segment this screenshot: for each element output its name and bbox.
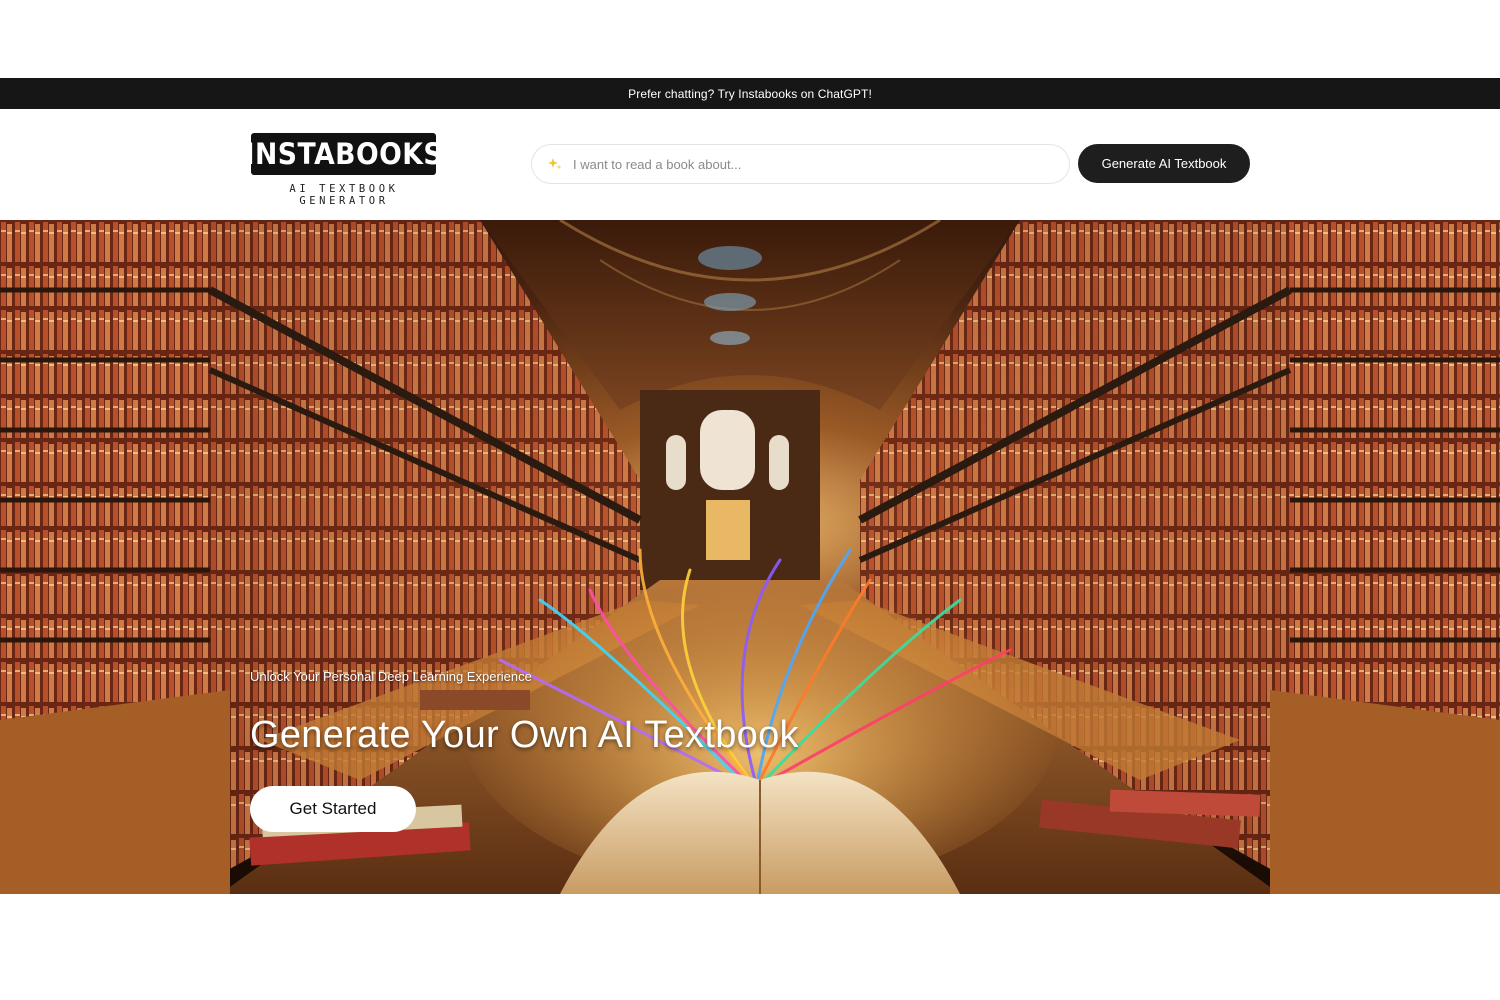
generate-textbook-button[interactable]: Generate AI Textbook — [1078, 144, 1250, 183]
logo-subtitle: AI TEXTBOOK GENERATOR — [289, 183, 399, 207]
logo[interactable]: INSTABOOKS AI TEXTBOOK GENERATOR — [244, 133, 442, 207]
logo-badge: INSTABOOKS — [244, 133, 442, 175]
get-started-button[interactable]: Get Started — [250, 786, 416, 832]
hero-tagline: Unlock Your Personal Deep Learning Exper… — [250, 669, 532, 684]
topic-search-input[interactable] — [573, 146, 1053, 182]
sparkle-icon — [548, 157, 562, 171]
hero-headline: Generate Your Own AI Textbook — [250, 714, 799, 756]
hero-background-image — [0, 220, 1500, 894]
announcement-bar: Prefer chatting? Try Instabooks on ChatG… — [0, 78, 1500, 109]
search-bar[interactable] — [531, 144, 1070, 184]
chatgpt-link[interactable]: Prefer chatting? Try Instabooks on ChatG… — [628, 87, 872, 101]
page: Prefer chatting? Try Instabooks on ChatG… — [0, 0, 1500, 1000]
hero-section: Unlock Your Personal Deep Learning Exper… — [0, 220, 1500, 894]
logo-title: INSTABOOKS — [244, 137, 443, 171]
site-header: INSTABOOKS AI TEXTBOOK GENERATOR Generat… — [0, 109, 1500, 220]
